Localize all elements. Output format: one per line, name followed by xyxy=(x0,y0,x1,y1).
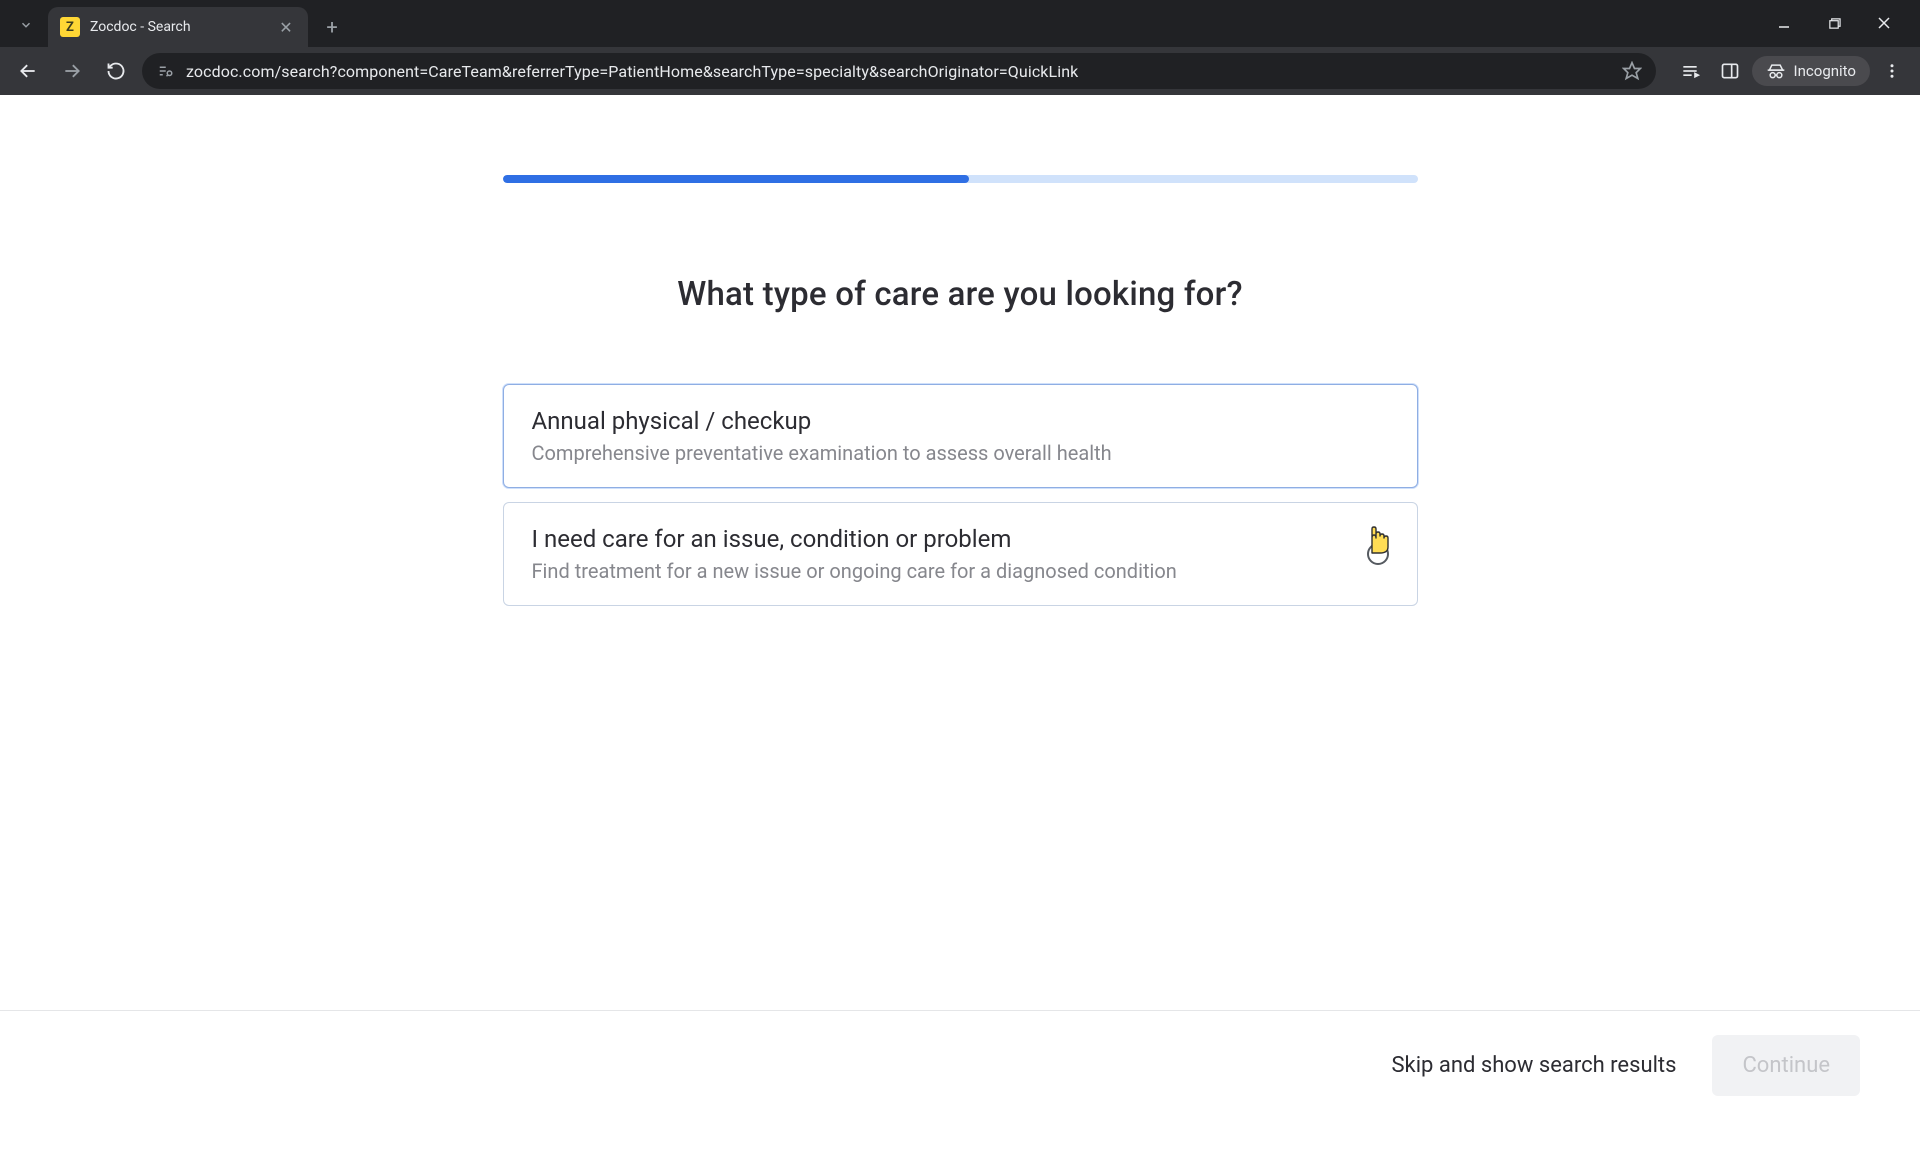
media-control-icon[interactable] xyxy=(1672,53,1708,89)
window-close-button[interactable] xyxy=(1868,7,1900,39)
bookmark-icon[interactable] xyxy=(1622,61,1642,81)
address-bar[interactable]: zocdoc.com/search?component=CareTeam&ref… xyxy=(142,53,1656,89)
browser-toolbar: zocdoc.com/search?component=CareTeam&ref… xyxy=(0,47,1920,95)
option-title: Annual physical / checkup xyxy=(532,407,1112,435)
new-tab-button[interactable]: + xyxy=(314,9,350,45)
tab-close-button[interactable]: ✕ xyxy=(276,18,296,37)
option-issue-condition[interactable]: I need care for an issue, condition or p… xyxy=(503,502,1418,606)
incognito-label: Incognito xyxy=(1794,62,1856,80)
page-footer: Skip and show search results Continue xyxy=(0,1010,1920,1120)
nav-forward-button[interactable] xyxy=(54,53,90,89)
page-heading: What type of care are you looking for? xyxy=(0,275,1920,314)
option-desc: Comprehensive preventative examination t… xyxy=(532,441,1112,465)
skip-link[interactable]: Skip and show search results xyxy=(1391,1053,1676,1078)
browser-menu-button[interactable] xyxy=(1874,53,1910,89)
progress-bar xyxy=(503,175,1418,183)
side-panel-icon[interactable] xyxy=(1712,53,1748,89)
incognito-icon xyxy=(1766,62,1786,80)
site-info-icon[interactable] xyxy=(156,62,174,80)
window-maximize-button[interactable] xyxy=(1818,7,1850,39)
radio-icon xyxy=(1367,543,1389,565)
nav-back-button[interactable] xyxy=(10,53,46,89)
option-list: Annual physical / checkup Comprehensive … xyxy=(503,384,1418,606)
browser-tab[interactable]: Z Zocdoc - Search ✕ xyxy=(48,7,308,47)
option-title: I need care for an issue, condition or p… xyxy=(532,525,1177,553)
incognito-badge[interactable]: Incognito xyxy=(1752,56,1870,86)
url-text: zocdoc.com/search?component=CareTeam&ref… xyxy=(186,62,1078,81)
browser-tab-strip: Z Zocdoc - Search ✕ + xyxy=(0,0,1920,47)
window-minimize-button[interactable] xyxy=(1768,7,1800,39)
option-desc: Find treatment for a new issue or ongoin… xyxy=(532,559,1177,583)
continue-button[interactable]: Continue xyxy=(1712,1035,1860,1096)
page-content: What type of care are you looking for? A… xyxy=(0,175,1920,1160)
window-controls xyxy=(1768,7,1920,47)
favicon-icon: Z xyxy=(60,17,80,37)
nav-reload-button[interactable] xyxy=(98,53,134,89)
option-annual-physical[interactable]: Annual physical / checkup Comprehensive … xyxy=(503,384,1418,488)
tab-title: Zocdoc - Search xyxy=(90,19,266,35)
tab-search-button[interactable] xyxy=(8,7,44,43)
progress-fill xyxy=(503,175,970,183)
